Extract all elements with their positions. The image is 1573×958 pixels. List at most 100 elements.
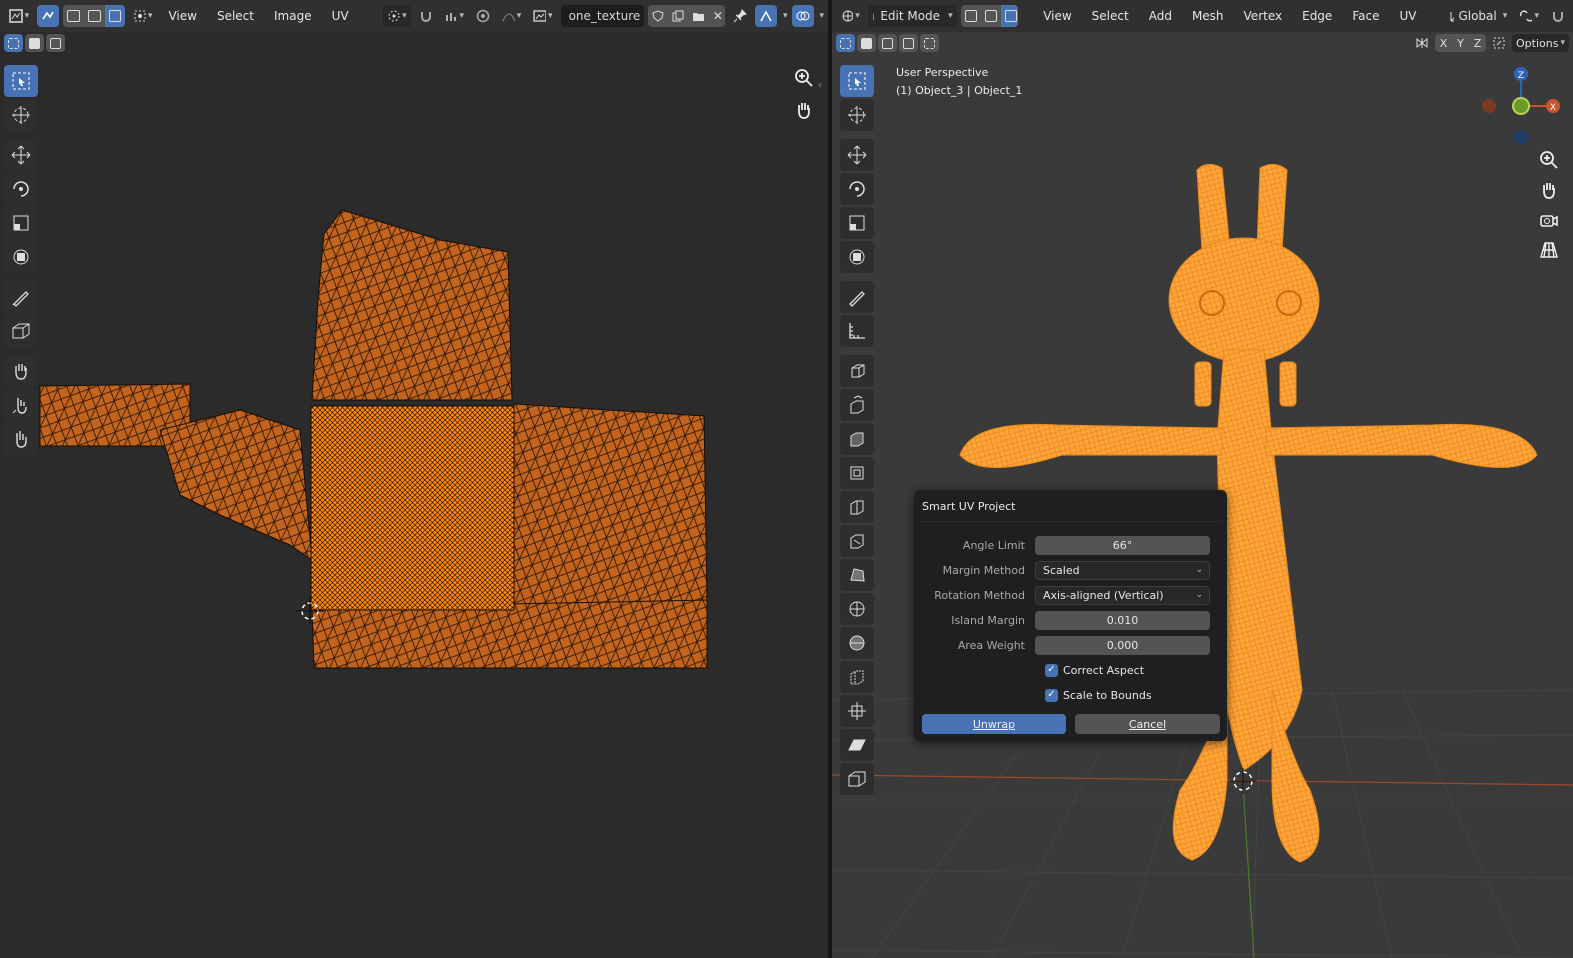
zoom-view-button[interactable] bbox=[789, 64, 819, 92]
edge-mode-button[interactable] bbox=[981, 5, 1001, 27]
menu-vertex[interactable]: Vertex bbox=[1236, 9, 1291, 23]
viewport-canvas[interactable]: Z X bbox=[832, 0, 1573, 958]
sync-selection-toggle[interactable] bbox=[37, 5, 60, 27]
image-browse-dropdown[interactable]: ▾ bbox=[529, 5, 556, 27]
mirror-z-button[interactable]: Z bbox=[1469, 34, 1486, 52]
tool-add-cube[interactable] bbox=[840, 355, 874, 387]
select-subtract-button[interactable] bbox=[878, 34, 897, 52]
tool-annotate[interactable] bbox=[4, 281, 38, 313]
mirror-axis-icon-button[interactable] bbox=[1411, 34, 1433, 52]
area-weight-field[interactable]: 0.000 bbox=[1035, 635, 1210, 655]
vertex-mode-button[interactable] bbox=[961, 5, 981, 27]
tool-poly-build[interactable] bbox=[840, 559, 874, 591]
tool-scale[interactable] bbox=[840, 207, 874, 239]
select-extend-button[interactable] bbox=[25, 34, 44, 52]
tool-select-box[interactable] bbox=[4, 65, 38, 97]
editor-type-button[interactable]: ▾ bbox=[4, 5, 33, 27]
tool-spin[interactable] bbox=[840, 593, 874, 625]
mirror-x-button[interactable]: X bbox=[1435, 34, 1452, 52]
select-intersect-button[interactable] bbox=[920, 34, 939, 52]
tool-measure[interactable] bbox=[840, 315, 874, 347]
tool-shear[interactable] bbox=[840, 729, 874, 761]
tool-smooth[interactable] bbox=[840, 627, 874, 659]
select-extend-button[interactable] bbox=[857, 34, 876, 52]
tool-inset[interactable] bbox=[840, 423, 874, 455]
select-new-button[interactable] bbox=[836, 34, 855, 52]
tool-grab-brush[interactable] bbox=[4, 355, 38, 387]
sticky-selection-dropdown[interactable]: ▾ bbox=[129, 5, 156, 27]
tool-edge-slide[interactable] bbox=[840, 661, 874, 693]
edge-select-button[interactable] bbox=[84, 5, 105, 27]
tool-knife[interactable] bbox=[840, 525, 874, 557]
uv-editor-pane[interactable]: ▾ ▾ View Select Image UV ▾ ▾ ▾ ▾ one_tex… bbox=[0, 0, 828, 958]
falloff-dropdown[interactable]: ▾ bbox=[498, 5, 525, 27]
chevron-down-icon[interactable]: ▾ bbox=[783, 11, 788, 21]
overlays-toggle[interactable] bbox=[791, 5, 814, 27]
menu-select[interactable]: Select bbox=[1084, 9, 1137, 23]
open-image-button[interactable] bbox=[688, 5, 708, 27]
new-image-button[interactable] bbox=[668, 5, 688, 27]
cancel-button[interactable]: Cancel bbox=[1075, 714, 1220, 734]
mirror-y-button[interactable]: Y bbox=[1452, 34, 1469, 52]
tool-rotate[interactable] bbox=[4, 173, 38, 205]
select-subtract-button[interactable] bbox=[46, 34, 65, 52]
toggle-perspective-button[interactable] bbox=[1534, 236, 1564, 264]
mode-dropdown[interactable]: Edit Mode ▾ bbox=[867, 5, 957, 27]
camera-view-button[interactable] bbox=[1534, 206, 1564, 234]
pan-view-button[interactable] bbox=[1534, 176, 1564, 204]
navigation-gizmo[interactable]: Z X bbox=[1482, 67, 1560, 144]
pivot-point-dropdown[interactable]: ▾ bbox=[1515, 5, 1543, 27]
menu-image[interactable]: Image bbox=[266, 9, 320, 23]
menu-uv[interactable]: UV bbox=[1391, 9, 1424, 23]
tool-rip-region[interactable] bbox=[4, 315, 38, 347]
tool-select-box[interactable] bbox=[840, 65, 874, 97]
tool-relax-brush[interactable] bbox=[4, 389, 38, 421]
menu-mesh[interactable]: Mesh bbox=[1184, 9, 1232, 23]
tool-move[interactable] bbox=[4, 139, 38, 171]
menu-edge[interactable]: Edge bbox=[1294, 9, 1340, 23]
orientation-dropdown[interactable]: Global ▾ bbox=[1445, 5, 1512, 27]
tool-cursor[interactable] bbox=[840, 99, 874, 131]
pin-button[interactable] bbox=[729, 5, 751, 27]
scale-to-bounds-checkbox[interactable]: ✓ Scale to Bounds bbox=[1045, 688, 1152, 702]
3d-cursor[interactable] bbox=[1230, 768, 1256, 794]
tool-rip-region[interactable] bbox=[840, 763, 874, 795]
gizmo-toggle[interactable] bbox=[754, 5, 777, 27]
rotation-method-dropdown[interactable]: Axis-aligned (Vertical) ⌄ bbox=[1035, 585, 1210, 605]
3d-viewport-pane[interactable]: Z X ▾ Edit Mode ▾ View Select Add Mesh V… bbox=[832, 0, 1573, 958]
unwrap-button[interactable]: Unwrap bbox=[922, 714, 1066, 734]
island-margin-field[interactable]: 0.010 bbox=[1035, 610, 1210, 630]
select-invert-button[interactable] bbox=[899, 34, 918, 52]
tool-cursor[interactable] bbox=[4, 99, 38, 131]
tool-pinch-brush[interactable] bbox=[4, 423, 38, 455]
face-select-button[interactable] bbox=[104, 5, 126, 27]
sidebar-toggle-arrow-icon[interactable]: ‹ bbox=[818, 80, 822, 91]
margin-method-dropdown[interactable]: Scaled ⌄ bbox=[1035, 560, 1210, 580]
tool-extrude-region[interactable] bbox=[840, 389, 874, 421]
viewport-snap-toggle[interactable] bbox=[1547, 5, 1569, 27]
vertex-select-button[interactable] bbox=[63, 5, 84, 27]
tool-scale[interactable] bbox=[4, 207, 38, 239]
snap-toggle[interactable] bbox=[415, 5, 437, 27]
select-new-button[interactable] bbox=[4, 34, 23, 52]
image-name-field[interactable]: one_texture bbox=[560, 5, 644, 27]
face-mode-button[interactable] bbox=[1000, 5, 1019, 27]
auto-merge-button[interactable] bbox=[1488, 34, 1510, 52]
menu-select[interactable]: Select bbox=[209, 9, 262, 23]
unlink-image-button[interactable]: ✕ bbox=[708, 5, 725, 27]
tool-rotate[interactable] bbox=[840, 173, 874, 205]
tool-shrink-fatten[interactable] bbox=[840, 695, 874, 727]
viewport-editor-type-button[interactable]: ▾ bbox=[836, 5, 864, 27]
zoom-view-button[interactable] bbox=[1534, 146, 1564, 174]
snap-target-dropdown[interactable]: ▾ bbox=[441, 5, 468, 27]
tool-transform[interactable] bbox=[4, 241, 38, 273]
menu-uv[interactable]: UV bbox=[324, 9, 357, 23]
correct-aspect-checkbox[interactable]: ✓ Correct Aspect bbox=[1045, 663, 1144, 677]
fake-user-button[interactable] bbox=[648, 5, 668, 27]
options-dropdown[interactable]: Options ▾ bbox=[1512, 34, 1569, 52]
menu-view[interactable]: View bbox=[1035, 9, 1079, 23]
menu-add[interactable]: Add bbox=[1141, 9, 1180, 23]
chevron-down-icon[interactable]: ▾ bbox=[820, 11, 825, 21]
tool-annotate[interactable] bbox=[840, 281, 874, 313]
proportional-edit-toggle[interactable] bbox=[472, 5, 494, 27]
